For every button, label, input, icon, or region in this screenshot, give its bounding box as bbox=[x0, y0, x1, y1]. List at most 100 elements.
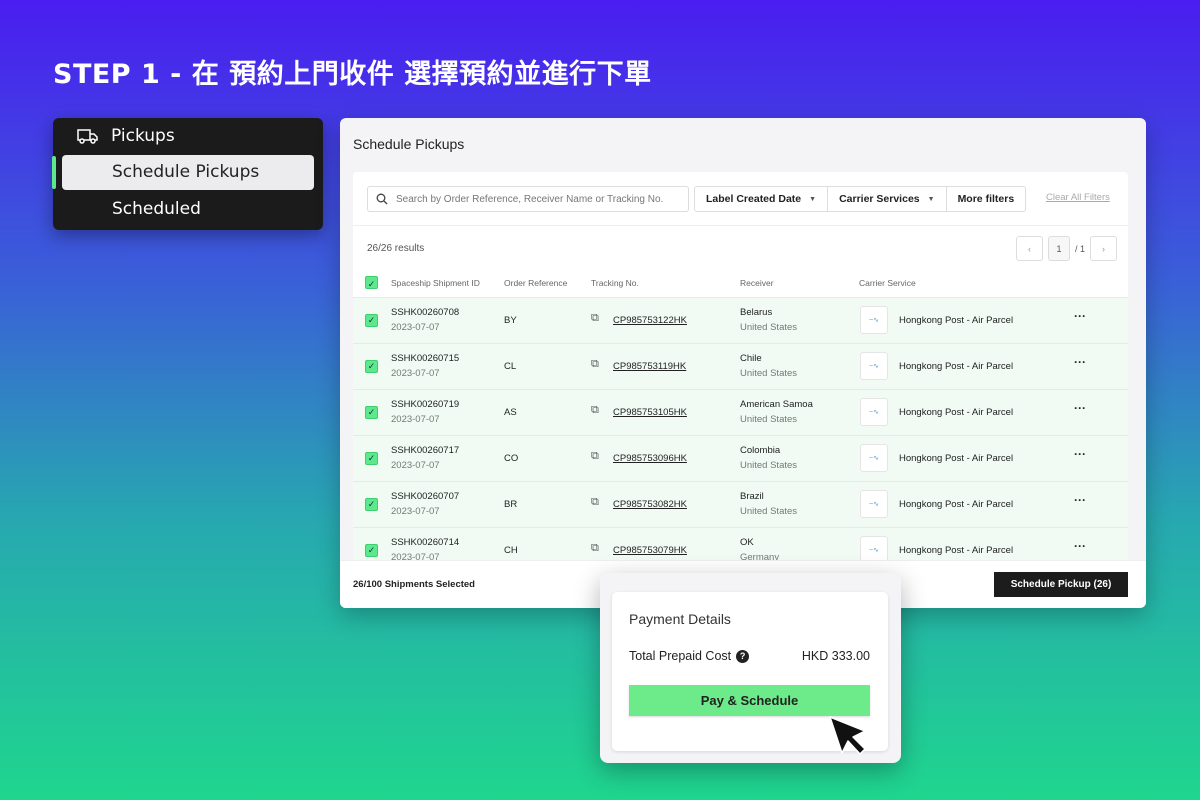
column-header: Spaceship Shipment ID bbox=[391, 278, 480, 288]
pagination: ‹ 1 / 1 › bbox=[1016, 236, 1118, 261]
more-actions-icon[interactable]: ··· bbox=[1074, 309, 1086, 323]
more-actions-icon[interactable]: ··· bbox=[1074, 355, 1086, 369]
check-icon: ✓ bbox=[367, 499, 376, 509]
sidebar-item-scheduled[interactable]: Scheduled bbox=[112, 199, 201, 219]
pay-and-schedule-button[interactable]: Pay & Schedule bbox=[629, 685, 870, 716]
copy-icon[interactable]: ⧉ bbox=[591, 312, 599, 325]
order-reference: AS bbox=[504, 407, 517, 418]
shipments-card: Search by Order Reference, Receiver Name… bbox=[353, 172, 1128, 572]
copy-icon[interactable]: ⧉ bbox=[591, 358, 599, 371]
tracking-link[interactable]: CP985753096HK bbox=[613, 453, 687, 464]
filter-label-created-date[interactable]: Label Created Date ▼ bbox=[695, 187, 829, 211]
total-prepaid-cost-label: Total Prepaid Cost? bbox=[629, 649, 750, 663]
more-actions-icon[interactable]: ··· bbox=[1074, 539, 1086, 553]
check-icon: ✓ bbox=[367, 407, 376, 417]
hongkong-post-logo-icon: ~∿ bbox=[860, 444, 888, 472]
help-icon[interactable]: ? bbox=[736, 649, 750, 663]
row-checkbox[interactable]: ✓ bbox=[365, 314, 378, 327]
more-actions-icon[interactable]: ··· bbox=[1074, 493, 1086, 507]
sidebar-item-schedule-pickups[interactable]: Schedule Pickups bbox=[62, 155, 314, 190]
shipment-date: 2023-07-07 bbox=[391, 460, 440, 471]
receiver-name: American Samoa bbox=[740, 399, 813, 410]
shipment-id: SSHK00260714 bbox=[391, 537, 460, 548]
filter-carrier-services[interactable]: Carrier Services ▼ bbox=[828, 187, 947, 211]
filter-label: More filters bbox=[957, 193, 1015, 205]
column-header: Receiver bbox=[740, 278, 774, 288]
search-placeholder: Search by Order Reference, Receiver Name… bbox=[396, 193, 664, 205]
row-checkbox[interactable]: ✓ bbox=[365, 360, 378, 373]
page-total: / 1 bbox=[1075, 243, 1086, 254]
sidebar: Pickups Schedule Pickups Scheduled bbox=[52, 118, 323, 230]
copy-icon[interactable]: ⧉ bbox=[591, 496, 599, 509]
carrier-service: Hongkong Post - Air Parcel bbox=[899, 545, 1014, 556]
row-checkbox[interactable]: ✓ bbox=[365, 452, 378, 465]
select-all-checkbox[interactable]: ✓ bbox=[365, 276, 378, 289]
row-checkbox[interactable]: ✓ bbox=[365, 544, 378, 557]
carrier-service: Hongkong Post - Air Parcel bbox=[899, 407, 1014, 418]
receiver-name: Belarus bbox=[740, 307, 773, 318]
tracking-link[interactable]: CP985753082HK bbox=[613, 499, 687, 510]
order-reference: CO bbox=[504, 453, 519, 464]
more-filters-button[interactable]: More filters bbox=[947, 187, 1026, 211]
row-checkbox[interactable]: ✓ bbox=[365, 406, 378, 419]
table-row[interactable]: ✓ SSHK00260717 2023-07-07 CO ⧉ CP9857530… bbox=[353, 435, 1128, 481]
prev-page-button[interactable]: ‹ bbox=[1016, 236, 1043, 261]
receiver-country: United States bbox=[740, 368, 798, 379]
hongkong-post-logo-icon: ~∿ bbox=[860, 490, 888, 518]
page-input[interactable]: 1 bbox=[1048, 236, 1070, 261]
shipment-id: SSHK00260707 bbox=[391, 491, 460, 502]
receiver-name: Colombia bbox=[740, 445, 781, 456]
selected-count: 26/100 Shipments Selected bbox=[353, 579, 475, 590]
table-row[interactable]: ✓ SSHK00260708 2023-07-07 BY ⧉ CP9857531… bbox=[353, 297, 1128, 343]
copy-icon[interactable]: ⧉ bbox=[591, 542, 599, 555]
tracking-link[interactable]: CP985753105HK bbox=[613, 407, 687, 418]
chevron-left-icon: ‹ bbox=[1028, 243, 1031, 254]
receiver-name: OK bbox=[740, 537, 754, 548]
row-checkbox[interactable]: ✓ bbox=[365, 498, 378, 511]
order-reference: CL bbox=[504, 361, 517, 372]
filter-label: Label Created Date bbox=[706, 193, 802, 205]
receiver-country: United States bbox=[740, 506, 798, 517]
order-reference: BY bbox=[504, 315, 517, 326]
table-row[interactable]: ✓ SSHK00260707 2023-07-07 BR ⧉ CP9857530… bbox=[353, 481, 1128, 527]
clear-all-filters-link[interactable]: Clear All Filters bbox=[1046, 192, 1110, 203]
check-icon: ✓ bbox=[367, 453, 376, 463]
shipment-id: SSHK00260715 bbox=[391, 353, 460, 364]
active-indicator bbox=[52, 156, 56, 189]
total-prepaid-cost-amount: HKD 333.00 bbox=[801, 649, 870, 663]
chevron-right-icon: › bbox=[1102, 243, 1106, 254]
hongkong-post-logo-icon: ~∿ bbox=[860, 306, 888, 334]
more-actions-icon[interactable]: ··· bbox=[1074, 401, 1086, 415]
tracking-link[interactable]: CP985753122HK bbox=[613, 315, 687, 326]
page-title: STEP 1 - 在 預約上門收件 選擇預約並進行下單 bbox=[53, 59, 652, 90]
copy-icon[interactable]: ⧉ bbox=[591, 450, 599, 463]
column-header: Tracking No. bbox=[591, 278, 639, 288]
search-input[interactable]: Search by Order Reference, Receiver Name… bbox=[367, 186, 689, 212]
next-page-button[interactable]: › bbox=[1090, 236, 1118, 261]
caret-down-icon: ▼ bbox=[809, 195, 817, 203]
panel-title: Schedule Pickups bbox=[353, 136, 465, 152]
receiver-name: Brazil bbox=[740, 491, 764, 502]
results-count: 26/26 results bbox=[367, 243, 425, 254]
carrier-service: Hongkong Post - Air Parcel bbox=[899, 453, 1014, 464]
table-body: ✓ SSHK00260708 2023-07-07 BY ⧉ CP9857531… bbox=[353, 297, 1128, 572]
divider bbox=[353, 225, 1128, 226]
payment-title: Payment Details bbox=[629, 611, 731, 627]
copy-icon[interactable]: ⧉ bbox=[591, 404, 599, 417]
order-reference: CH bbox=[504, 545, 518, 556]
schedule-pickup-button[interactable]: Schedule Pickup (26) bbox=[994, 572, 1128, 597]
carrier-service: Hongkong Post - Air Parcel bbox=[899, 499, 1014, 510]
tracking-link[interactable]: CP985753079HK bbox=[613, 545, 687, 556]
tracking-link[interactable]: CP985753119HK bbox=[613, 361, 686, 372]
sidebar-section-pickups[interactable]: Pickups bbox=[77, 126, 175, 146]
truck-icon bbox=[77, 129, 98, 144]
more-actions-icon[interactable]: ··· bbox=[1074, 447, 1086, 461]
shipment-date: 2023-07-07 bbox=[391, 368, 440, 379]
carrier-service: Hongkong Post - Air Parcel bbox=[899, 361, 1014, 372]
shipment-id: SSHK00260717 bbox=[391, 445, 460, 456]
column-header: Order Reference bbox=[504, 278, 568, 288]
shipment-id: SSHK00260708 bbox=[391, 307, 460, 318]
table-row[interactable]: ✓ SSHK00260715 2023-07-07 CL ⧉ CP9857531… bbox=[353, 343, 1128, 389]
table-row[interactable]: ✓ SSHK00260719 2023-07-07 AS ⧉ CP9857531… bbox=[353, 389, 1128, 435]
cost-label: Total Prepaid Cost bbox=[629, 649, 732, 663]
